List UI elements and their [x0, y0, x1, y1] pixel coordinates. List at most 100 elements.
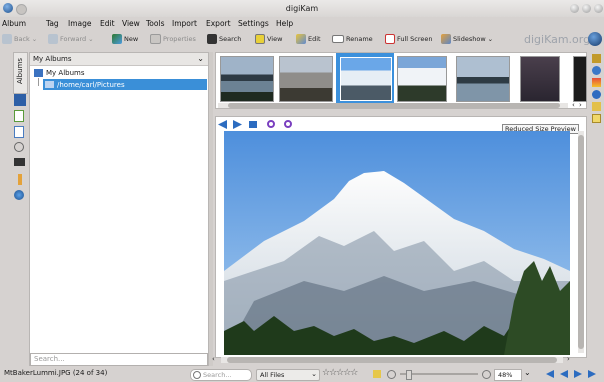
chevron-down-icon: ⌄ [311, 370, 317, 378]
nav-prev-icon[interactable] [560, 370, 568, 378]
folder-icon [45, 81, 54, 88]
thumbnail[interactable] [397, 56, 447, 102]
preview-horizontal-scrollbar-handle[interactable] [227, 357, 557, 363]
slideshow-icon [441, 34, 451, 44]
tree-root-myalbums[interactable]: My Albums [34, 68, 85, 78]
scroll-left-icon[interactable]: ‹ [572, 101, 575, 109]
status-search-field[interactable]: Search... [190, 369, 252, 381]
album-panel-title: My Albums [33, 55, 72, 63]
timeline-tab-icon[interactable] [14, 126, 24, 138]
edit-button[interactable]: Edit [296, 33, 321, 45]
image-preview-area: Reduced Size Preview [215, 116, 587, 358]
nav-first-icon[interactable] [546, 370, 554, 378]
nav-next-icon[interactable] [574, 370, 582, 378]
fullscreen-button[interactable]: Full Screen [385, 33, 433, 45]
album-panel-header[interactable]: My Albums ⌄ [30, 53, 208, 66]
label-filter-icon[interactable] [373, 370, 381, 378]
properties-icon [150, 34, 161, 44]
chevron-down-icon[interactable]: ⌄ [197, 54, 204, 63]
album-tree-panel: My Albums ⌄ My Albums /home/carl/Picture… [29, 52, 209, 368]
search-tab-icon[interactable] [14, 142, 24, 152]
thumbnail-size-slider-handle[interactable] [406, 370, 412, 380]
thumbnail-scrollbar-handle[interactable] [228, 103, 560, 108]
properties-tab-icon[interactable] [592, 54, 601, 63]
album-search-field[interactable]: Search... [30, 353, 208, 366]
menu-edit[interactable]: Edit [100, 19, 115, 28]
status-bar: MtBakerLummi.JPG (24 of 34) Search... Al… [0, 366, 604, 382]
thumbnail-selected-frame[interactable] [336, 53, 394, 104]
metadata-tab-icon[interactable] [592, 66, 601, 75]
binoculars-icon [207, 34, 217, 44]
menu-import[interactable]: Import [172, 19, 197, 28]
panel-splitter[interactable] [209, 52, 213, 366]
menu-tools[interactable]: Tools [146, 19, 164, 28]
mountain-photo [224, 131, 570, 355]
thumbnail[interactable] [573, 56, 587, 102]
previous-image-icon[interactable] [218, 120, 227, 129]
next-image-icon[interactable] [233, 120, 242, 129]
menu-export[interactable]: Export [206, 19, 231, 28]
tree-item-pictures[interactable]: /home/carl/Pictures [43, 79, 207, 90]
preview-horizontal-scrollbar[interactable] [221, 357, 563, 363]
file-filter-select[interactable]: All Files ⌄ [256, 369, 320, 381]
preview-vertical-scrollbar[interactable] [578, 131, 584, 353]
menu-tag[interactable]: Tag [46, 19, 59, 28]
fuzzy-search-tab-icon[interactable] [14, 158, 25, 166]
thumbnail[interactable] [456, 56, 510, 102]
menu-album[interactable]: Album [2, 19, 26, 28]
people-tab-icon[interactable] [14, 190, 24, 200]
close-button[interactable] [594, 4, 603, 13]
chevron-down-icon: ⌄ [31, 35, 38, 43]
rename-button[interactable]: Rename [332, 33, 373, 45]
thumbnail[interactable] [220, 56, 274, 102]
rating-stars[interactable]: ☆☆☆☆☆ [322, 368, 358, 378]
menu-view[interactable]: View [122, 19, 140, 28]
nav-last-icon[interactable] [588, 370, 596, 378]
versions-tab-icon[interactable] [592, 114, 601, 123]
zoom-in-icon[interactable] [482, 370, 491, 379]
zoom-out-icon[interactable] [387, 370, 396, 379]
tags-tab-icon[interactable] [14, 94, 26, 106]
preview-vertical-scrollbar-handle[interactable] [578, 135, 584, 349]
map-search-tab-icon[interactable] [18, 174, 22, 185]
file-filter-value: All Files [260, 371, 285, 379]
captions-tab-icon[interactable] [592, 102, 601, 111]
digikam-logo-icon [588, 32, 602, 46]
maximize-button[interactable] [582, 4, 591, 13]
back-to-album-icon[interactable] [249, 121, 257, 128]
new-album-button[interactable]: New [112, 33, 138, 45]
thumbnail[interactable] [279, 56, 333, 102]
minimize-button[interactable] [570, 4, 579, 13]
menu-settings[interactable]: Settings [238, 19, 269, 28]
menu-bar: Album Tag Image Edit View Tools Import E… [0, 17, 604, 30]
new-album-icon [112, 34, 122, 44]
thumbnail[interactable] [520, 56, 560, 102]
rotate-right-icon[interactable] [284, 120, 292, 128]
preview-image [224, 131, 570, 355]
edit-icon [296, 34, 306, 44]
albums-tab[interactable]: Albums [13, 52, 28, 94]
scroll-right-icon[interactable]: › [579, 101, 582, 109]
geolocation-tab-icon[interactable] [592, 90, 601, 99]
zoom-dropdown-icon[interactable]: ⌄ [524, 368, 531, 377]
calendar-tab-icon[interactable] [14, 110, 24, 122]
albums-tab-label: Albums [16, 57, 24, 85]
rotate-left-icon[interactable] [267, 120, 275, 128]
view-button[interactable]: View [255, 33, 282, 45]
zoom-level-value: 48% [498, 371, 513, 379]
properties-button[interactable]: Properties [150, 33, 196, 45]
slideshow-button[interactable]: Slideshow ⌄ [441, 33, 493, 45]
scroll-left-icon[interactable]: ‹ [212, 355, 215, 363]
zoom-level-box[interactable]: 48% [494, 369, 522, 381]
search-button[interactable]: Search [207, 33, 241, 45]
colors-tab-icon[interactable] [592, 78, 601, 87]
forward-button[interactable]: Forward ⌄ [48, 33, 94, 45]
scroll-right-icon[interactable]: › [567, 355, 570, 363]
back-button[interactable]: Back ⌄ [2, 33, 37, 45]
thumbnail-size-slider[interactable] [400, 370, 478, 380]
fullscreen-icon [385, 34, 395, 44]
thumbnail-scrollbar[interactable] [218, 103, 568, 108]
view-icon [255, 34, 265, 44]
menu-image[interactable]: Image [68, 19, 92, 28]
menu-help[interactable]: Help [276, 19, 293, 28]
